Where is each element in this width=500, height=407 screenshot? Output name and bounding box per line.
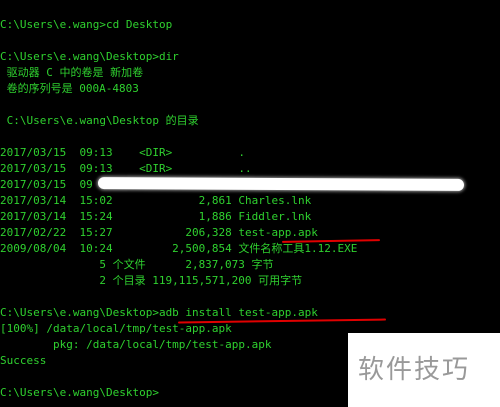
console-line: Success	[0, 354, 47, 367]
console-line: 驱动器 C 中的卷是 新加卷	[0, 66, 144, 79]
console-line: C:\Users\e.wang\Desktop>adb install test…	[0, 306, 318, 319]
console-line: C:\Users\e.wang\Desktop 的目录	[0, 114, 199, 127]
console-line: 2 个目录 119,115,571,200 可用字节	[0, 274, 303, 287]
console-line: C:\Users\e.wang\Desktop>	[0, 386, 159, 399]
console-line: 2017/03/14 15:02 2,861 Charles.lnk	[0, 194, 312, 207]
console-line: 2017/03/14 15:24 1,886 Fiddler.lnk	[0, 210, 312, 223]
watermark-text: 软件技巧	[358, 355, 471, 385]
console-line: [100%] /data/local/tmp/test-app.apk	[0, 322, 232, 335]
console-line: 2017/03/15 09:13 <DIR> .	[0, 146, 246, 159]
command-prompt-window[interactable]: C:\Users\e.wang>cd Desktop C:\Users\e.wa…	[0, 0, 500, 407]
redaction-scribble	[97, 177, 465, 191]
console-line: 2017/02/22 15:27 206,328 test-app.apk	[0, 226, 318, 239]
console-line: 2017/03/15 09:13 <DIR> ..	[0, 162, 252, 175]
console-line: 5 个文件 2,837,073 字节	[0, 258, 274, 271]
console-line: C:\Users\e.wang\Desktop>dir	[0, 50, 179, 63]
console-line: 2009/08/04 10:24 2,500,854 文件名称工具1.12.EX…	[0, 242, 358, 255]
console-line: 2017/03/15 09	[0, 178, 93, 191]
watermark-panel: 软件技巧	[348, 333, 500, 407]
console-line: C:\Users\e.wang>cd Desktop	[0, 18, 173, 31]
console-line: pkg: /data/local/tmp/test-app.apk	[0, 338, 272, 351]
console-line: 卷的序列号是 000A-4803	[0, 82, 139, 95]
